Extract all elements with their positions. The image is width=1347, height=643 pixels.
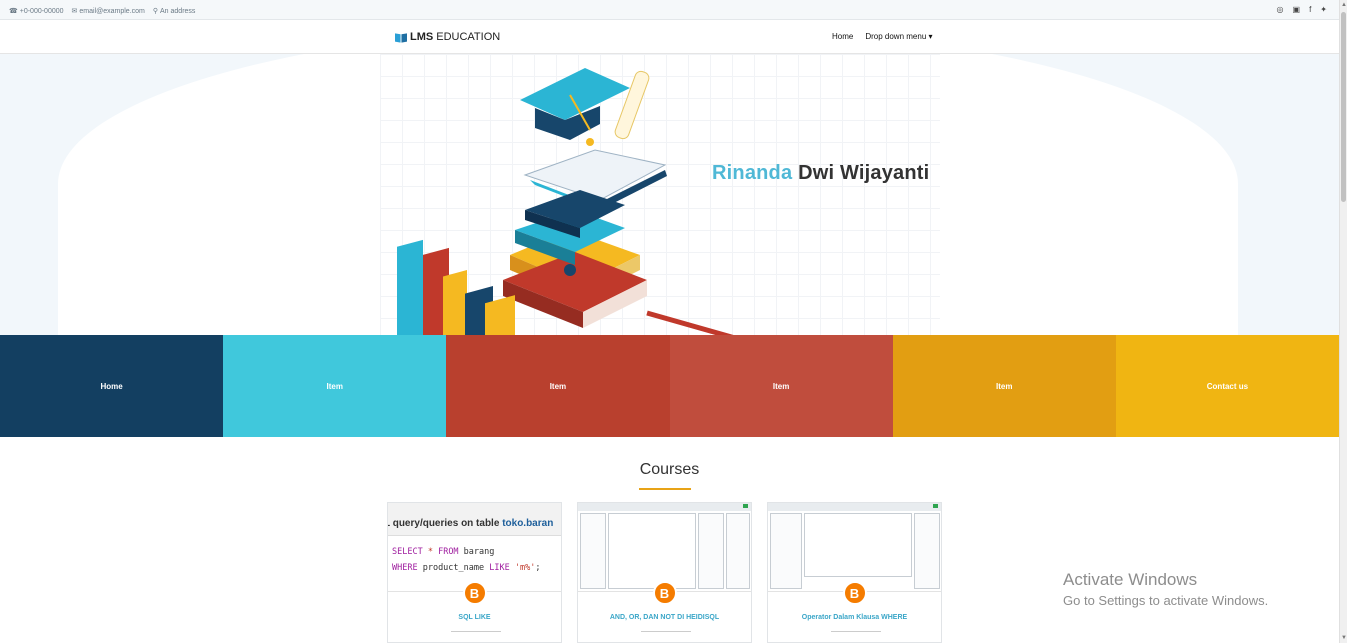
course-title[interactable]: Operator Dalam Klausa WHERE bbox=[768, 614, 941, 621]
course-card[interactable]: B AND, OR, DAN NOT DI HEIDISQL bbox=[577, 502, 752, 643]
contact-phone: ☎ +0-000-00000 bbox=[9, 7, 64, 16]
hero-banner: Rinanda Dwi Wijayanti bbox=[0, 54, 1339, 335]
facebook-icon[interactable]: f bbox=[1309, 5, 1311, 14]
blogger-icon: B bbox=[462, 581, 487, 605]
courses-heading: Courses bbox=[639, 461, 700, 478]
course-title[interactable]: SQL LIKE bbox=[388, 614, 561, 621]
course-divider bbox=[641, 631, 691, 632]
blogger-icon: B bbox=[652, 581, 677, 605]
tile-item-2[interactable]: Item bbox=[446, 335, 670, 437]
nav-home-link[interactable]: Home bbox=[832, 32, 853, 41]
twitter-icon[interactable]: ✦ bbox=[1320, 5, 1327, 14]
windows-activation-watermark: Activate Windows Go to Settings to activ… bbox=[1063, 570, 1269, 608]
page-scrollbar[interactable]: ▲ ▼ bbox=[1339, 0, 1347, 643]
top-info-bar: ☎ +0-000-00000 ✉ email@example.com ⚲ An add… bbox=[0, 0, 1339, 20]
course-divider bbox=[451, 631, 501, 632]
tile-contact-us[interactable]: Contact us bbox=[1115, 335, 1340, 437]
blogger-icon: B bbox=[842, 581, 867, 605]
course-thumbnail bbox=[768, 503, 941, 592]
brand-logo[interactable]: LMS EDUCATION bbox=[395, 31, 500, 43]
courses-heading-underline bbox=[639, 488, 691, 490]
tile-item-3[interactable]: Item bbox=[669, 335, 893, 437]
course-card[interactable]: B Operator Dalam Klausa WHERE bbox=[767, 502, 942, 643]
course-card[interactable]: L query/queries on table toko.baran SELE… bbox=[387, 502, 562, 643]
instagram-icon[interactable]: ◎ bbox=[1277, 5, 1284, 14]
scrollbar-thumb[interactable] bbox=[1341, 12, 1346, 202]
navbar: LMS EDUCATION Home Drop down menu ▾ bbox=[0, 20, 1339, 54]
contact-email[interactable]: ✉ email@example.com bbox=[71, 7, 145, 16]
tile-item-1[interactable]: Item bbox=[223, 335, 447, 437]
scroll-down-arrow-icon[interactable]: ▼ bbox=[1341, 635, 1347, 641]
map-pin-icon: ⚲ bbox=[152, 8, 159, 15]
caret-down-icon: ▾ bbox=[928, 32, 933, 41]
nav-dropdown-menu[interactable]: Drop down menu ▾ bbox=[865, 32, 932, 41]
tile-home[interactable]: Home bbox=[0, 335, 224, 437]
hero-title: Rinanda Dwi Wijayanti bbox=[712, 162, 930, 184]
scroll-up-arrow-icon[interactable]: ▲ bbox=[1341, 2, 1347, 8]
youtube-icon[interactable]: ▣ bbox=[1293, 5, 1301, 14]
mail-icon: ✉ bbox=[71, 8, 78, 15]
tile-menu: Home Item Item Item Item Contact us bbox=[0, 335, 1340, 437]
course-divider bbox=[831, 631, 881, 632]
education-illustration bbox=[397, 68, 734, 335]
course-thumbnail: L query/queries on table toko.baran SELE… bbox=[388, 503, 561, 592]
contact-address: ⚲ An address bbox=[152, 7, 196, 16]
phone-icon: ☎ bbox=[9, 8, 18, 15]
course-thumbnail bbox=[578, 503, 751, 592]
tile-item-4[interactable]: Item bbox=[892, 335, 1116, 437]
course-title[interactable]: AND, OR, DAN NOT DI HEIDISQL bbox=[578, 614, 751, 621]
book-icon bbox=[395, 32, 407, 43]
